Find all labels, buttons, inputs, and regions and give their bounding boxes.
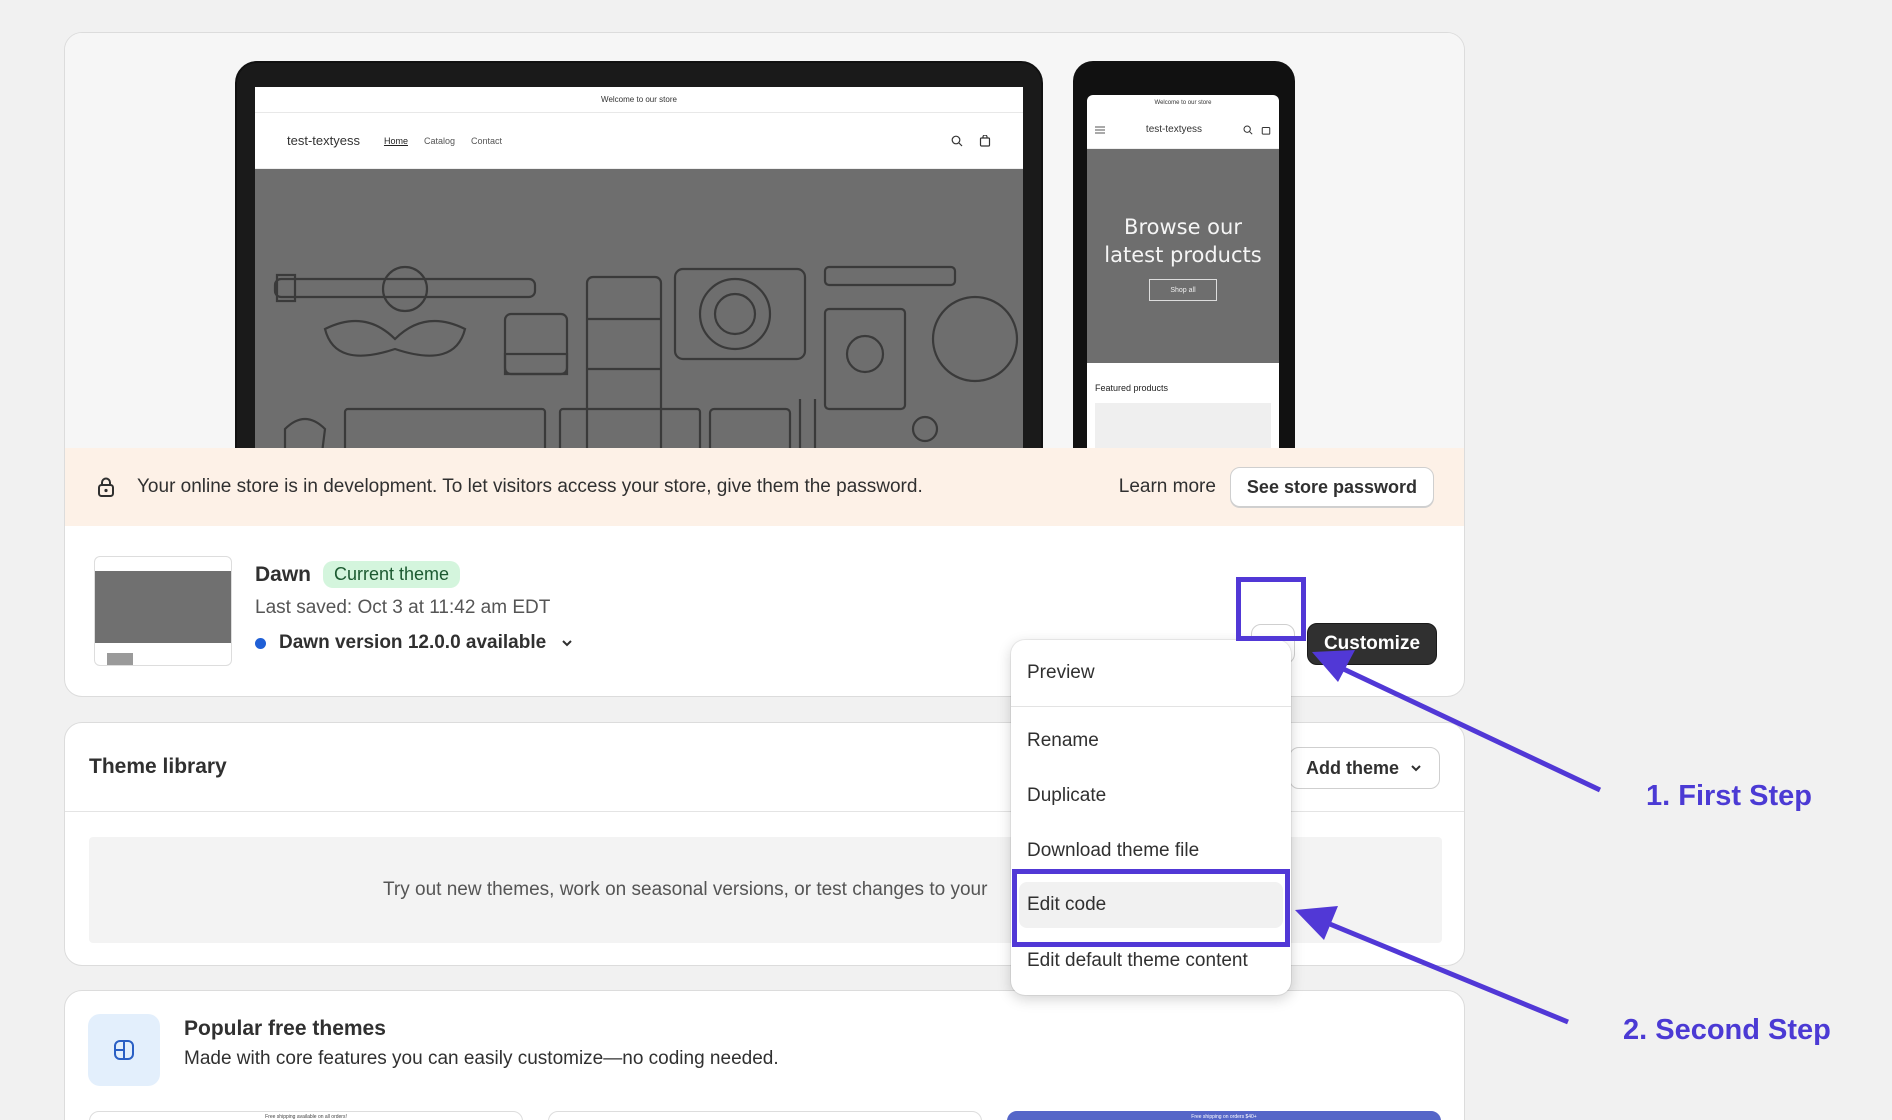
- nav-contact: Contact: [471, 135, 503, 146]
- popular-theme-thumbnail[interactable]: [548, 1111, 982, 1120]
- theme-preview[interactable]: Welcome to our store test-textyess Home …: [65, 33, 1464, 448]
- desktop-preview-screen: Welcome to our store test-textyess Home …: [255, 87, 1023, 448]
- announcement-bar: Welcome to our store: [255, 87, 1023, 113]
- last-saved-text: Last saved: Oct 3 at 11:42 am EDT: [255, 597, 551, 618]
- hero-image: [255, 169, 1023, 448]
- mobile-store-header: test-textyess: [1087, 111, 1279, 149]
- theme-name: Dawn: [255, 562, 312, 586]
- lock-icon: [98, 477, 114, 497]
- cart-icon: [1261, 126, 1271, 135]
- version-text: Dawn version 12.0.0 available: [279, 632, 547, 653]
- nav-catalog: Catalog: [423, 135, 456, 146]
- customize-button[interactable]: Customize: [1307, 623, 1437, 665]
- mobile-hero-title: Browse our latest products: [1087, 213, 1279, 269]
- menu-item-duplicate[interactable]: Duplicate: [1011, 773, 1291, 819]
- store-nav: Home Catalog Contact: [384, 136, 502, 146]
- development-message: Your online store is in development. To …: [137, 476, 923, 497]
- mobile-hero-title-line1: Browse our: [1124, 215, 1242, 239]
- popular-themes-title: Popular free themes: [184, 1017, 386, 1040]
- desktop-preview-frame: Welcome to our store test-textyess Home …: [235, 61, 1043, 448]
- thumbnail-product: [107, 653, 133, 665]
- hamburger-icon: [1095, 126, 1105, 133]
- mobile-preview-screen: Welcome to our store test-textyess Brows…: [1087, 95, 1279, 448]
- store-header: test-textyess Home Catalog Contact: [255, 113, 1023, 169]
- theme-thumbnail: [94, 556, 232, 666]
- library-empty-text: Try out new themes, work on seasonal ver…: [383, 879, 988, 900]
- popular-theme-thumbnail[interactable]: Free shipping on orders $40+: [1007, 1111, 1441, 1120]
- theme-title-row: Dawn Current theme: [255, 561, 461, 588]
- add-theme-button[interactable]: Add theme: [1289, 747, 1441, 789]
- mobile-announcement-bar: Welcome to our store: [1154, 100, 1212, 106]
- store-header-icons: [951, 134, 991, 147]
- mobile-product-placeholder: [1095, 403, 1271, 448]
- chevron-down-icon: [562, 640, 572, 647]
- menu-divider: [1011, 706, 1291, 707]
- popular-theme-thumbnail[interactable]: Free shipping available on all orders!: [89, 1111, 523, 1120]
- mobile-featured-heading: Featured products: [1095, 383, 1169, 393]
- cart-icon: [979, 134, 991, 147]
- search-icon: [951, 135, 963, 146]
- nav-home: Home: [383, 135, 408, 146]
- menu-item-preview[interactable]: Preview: [1011, 650, 1291, 696]
- thumbnail-hero: [95, 571, 231, 643]
- see-store-password-button[interactable]: See store password: [1229, 467, 1434, 507]
- search-icon: [1243, 125, 1253, 135]
- step1-label: 1. First Step: [1646, 780, 1812, 812]
- popular-themes-subtitle: Made with core features you can easily c…: [184, 1048, 779, 1069]
- mobile-hero: Browse our latest products Shop all: [1087, 149, 1279, 363]
- popular-themes-card: Popular free themes Made with core featu…: [64, 990, 1465, 1120]
- development-banner: Your online store is in development. To …: [65, 448, 1464, 526]
- status-dot: [255, 637, 266, 649]
- step2-label: 2. Second Step: [1623, 1014, 1831, 1046]
- theme-layout-icon: [88, 1014, 160, 1086]
- add-theme-label: Add theme: [1306, 757, 1400, 778]
- chevron-down-icon: [1411, 765, 1421, 772]
- version-available-toggle[interactable]: Dawn version 12.0.0 available: [255, 632, 574, 654]
- current-theme-badge: Current theme: [323, 561, 461, 588]
- product-illustration: [273, 265, 1019, 448]
- mobile-shop-all-button: Shop all: [1149, 279, 1217, 301]
- learn-more-link[interactable]: Learn more: [1119, 476, 1216, 498]
- mobile-hero-title-line2: latest products: [1104, 243, 1262, 267]
- theme-library-title: Theme library: [89, 755, 227, 778]
- menu-item-download-theme-file[interactable]: Download theme file: [1011, 828, 1291, 874]
- step1-highlight-box: [1236, 577, 1306, 641]
- mobile-store-name: test-textyess: [1145, 124, 1203, 135]
- mobile-preview-frame: Welcome to our store test-textyess Brows…: [1073, 61, 1295, 448]
- store-name: test-textyess: [287, 133, 360, 148]
- menu-item-rename[interactable]: Rename: [1011, 718, 1291, 764]
- step2-highlight-box: [1012, 869, 1290, 947]
